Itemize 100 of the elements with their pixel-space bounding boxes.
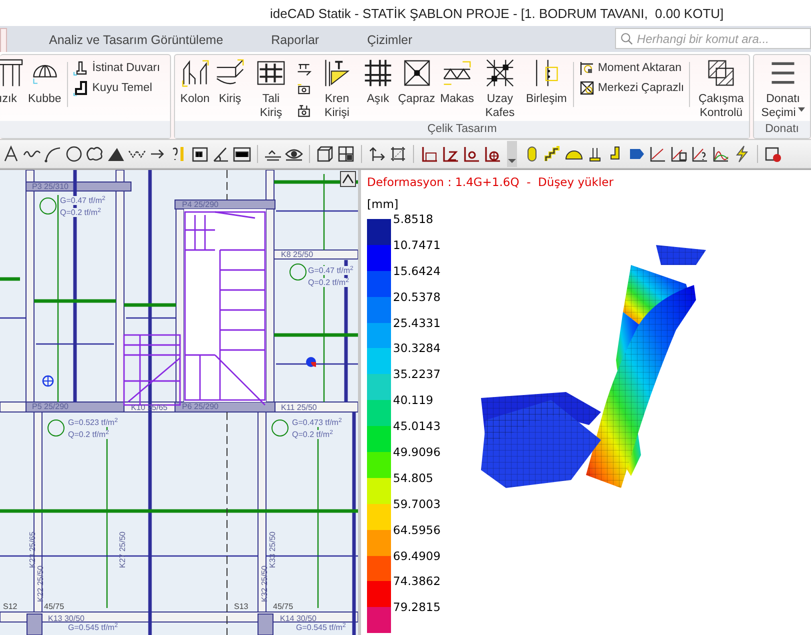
ribbon-button[interactable]: Tali Kiriş xyxy=(249,58,293,121)
axis-xy-icon[interactable] xyxy=(420,145,438,163)
legend-value: 5.8518 xyxy=(391,213,434,226)
circle-icon[interactable] xyxy=(65,145,83,163)
ribbon-tab[interactable]: Analiz ve Tasarım Görüntüleme xyxy=(25,28,248,52)
ribbon-button[interactable]: Çakışma Kontrolü xyxy=(695,58,748,121)
plan-note: 45/75 xyxy=(273,602,294,611)
plan-note: S13 xyxy=(234,602,248,611)
ribbon-tab[interactable]: Raporlar xyxy=(247,28,344,52)
column-icon xyxy=(180,58,210,88)
axis-z-icon[interactable] xyxy=(441,145,459,163)
space-truss-icon xyxy=(484,58,515,88)
ribbon-button[interactable]: Kiriş xyxy=(214,58,246,121)
legend-value: 30.3284 xyxy=(391,342,441,356)
ribbon-button[interactable]: Makas xyxy=(439,58,475,121)
caret-icon xyxy=(508,159,516,163)
beam-label: P5 25/290 xyxy=(32,402,68,411)
scroll-up-button[interactable] xyxy=(340,171,356,187)
area-measure-icon[interactable] xyxy=(233,145,251,163)
load-label: Q=0.2 tf/m$^{2}$ xyxy=(60,208,101,217)
area-icon[interactable] xyxy=(191,145,209,163)
ribbon-button[interactable]: Merkezi Çaprazlı xyxy=(578,80,684,96)
legend-value: 64.5956 xyxy=(391,524,441,537)
ribbon-button[interactable]: Kubbe xyxy=(27,58,62,121)
retaining-wall-icon xyxy=(73,60,90,76)
load-label: G=0.473 tf/m$^{2}$ xyxy=(292,418,342,427)
ribbon-button[interactable]: Kolon xyxy=(179,58,211,121)
arc-icon[interactable] xyxy=(44,145,62,163)
load-label: Q=0.2 tf/m$^{2}$ xyxy=(308,278,349,287)
overlap-icon xyxy=(706,58,736,88)
chart-point-icon[interactable] xyxy=(670,145,688,163)
group-label: Çelik Tasarım xyxy=(175,121,750,138)
load-label: G=0.47 tf/m$^{2}$ xyxy=(308,266,354,275)
well-foundation-icon xyxy=(73,80,90,96)
grid-icon xyxy=(256,58,286,88)
legend-value: 35.2237 xyxy=(391,368,441,382)
ribbon-button[interactable]: Kren Kirişi xyxy=(315,58,359,121)
ribbon-button[interactable]: Uzay Kafes xyxy=(478,58,522,121)
load-label: G=0.47 tf/m$^{2}$ xyxy=(60,196,106,205)
chart-axis-icon[interactable] xyxy=(649,145,667,163)
stop-icon[interactable] xyxy=(764,145,782,163)
ribbon-button[interactable]: ızık xyxy=(0,58,24,121)
legend-value: 49.9096 xyxy=(391,446,441,460)
legend-value: 40.119 xyxy=(391,394,434,408)
legend-value: 74.3862 xyxy=(391,575,441,588)
bracing-icon xyxy=(578,80,595,96)
legend-value: 79.2815 xyxy=(391,601,441,614)
curve-chart-icon[interactable] xyxy=(712,145,730,163)
purlin-icon xyxy=(363,58,393,88)
plan-note: 45/75 xyxy=(44,602,64,611)
chart-query-icon[interactable] xyxy=(691,145,709,163)
box-icon[interactable] xyxy=(316,145,334,163)
window-icon[interactable] xyxy=(337,145,355,163)
legend-value: 25.4331 xyxy=(391,316,441,330)
lightning-icon[interactable] xyxy=(733,145,751,163)
beam-label: K8 25/50 xyxy=(281,250,314,259)
ribbon-button[interactable]: Birleşim xyxy=(524,58,568,121)
cloud-icon[interactable] xyxy=(86,145,104,163)
target-icon[interactable] xyxy=(483,145,501,163)
ribbon-button[interactable]: Kuyu Temel xyxy=(73,80,160,96)
group-label: Donatı xyxy=(754,121,810,138)
crane-beam-icon xyxy=(322,58,352,88)
stairs-icon[interactable] xyxy=(544,145,562,163)
legend-title: Deformasyon : 1.4G+1.6Q - Düşey yükler xyxy=(367,175,614,191)
beam-label: K32 25/50 xyxy=(260,566,269,602)
search-field[interactable]: Herhangi bir komut ara... xyxy=(615,28,811,49)
beam-label: K33 25/50 xyxy=(268,532,277,568)
toolbar-overflow-button[interactable] xyxy=(507,141,517,167)
beam-label: K13 30/50 xyxy=(48,614,84,623)
cross-bracing-icon xyxy=(402,58,432,88)
legend-value: 10.7471 xyxy=(391,238,441,252)
moment-connection-icon xyxy=(578,60,595,76)
ribbon-button[interactable]: Aşık xyxy=(362,58,394,121)
angle-icon[interactable] xyxy=(212,145,230,163)
beam-label: P3 25/310 xyxy=(32,182,68,191)
ribbon-button[interactable]: Çapraz xyxy=(397,58,436,121)
anchor-icon[interactable] xyxy=(296,102,312,120)
search-icon xyxy=(620,32,633,45)
beam-label: K27 25/50 xyxy=(118,532,127,568)
ribbon-button[interactable]: Donatı Seçimi xyxy=(758,58,808,121)
load-label: Q=0.2 tf/m$^{2}$ xyxy=(292,430,333,439)
axis-icon[interactable] xyxy=(368,145,386,163)
legend-value: 15.6424 xyxy=(391,264,441,278)
legend-value: 45.0143 xyxy=(391,420,441,434)
beam-label: K22 25/50 xyxy=(36,566,45,602)
beam-label: K23 25/65 xyxy=(28,532,37,568)
truss-icon xyxy=(442,58,472,88)
legend-value: 54.805 xyxy=(391,472,434,485)
window-title: ideCAD Statik - STATİK ŞABLON PROJE - [1. BODRUM TAVANI, 0.00 KOTU] xyxy=(270,6,724,20)
beam-label: P6 25/290 xyxy=(182,402,218,411)
ribbon-button[interactable]: Moment Aktaran xyxy=(578,60,684,76)
three-point-icon[interactable] xyxy=(462,145,480,163)
letter-icon[interactable] xyxy=(2,145,20,163)
beam-label: K11 25/50 xyxy=(281,403,317,412)
chevron-up-icon xyxy=(342,174,354,184)
plan-note: S12 xyxy=(3,602,18,611)
ribbon-button[interactable]: İstinat Duvarı xyxy=(73,60,160,76)
ribbon-tab[interactable]: Çizimler xyxy=(343,28,436,52)
load-label: G=0.523 tf/m$^{2}$ xyxy=(68,418,118,427)
grid-select-icon[interactable] xyxy=(389,145,407,163)
